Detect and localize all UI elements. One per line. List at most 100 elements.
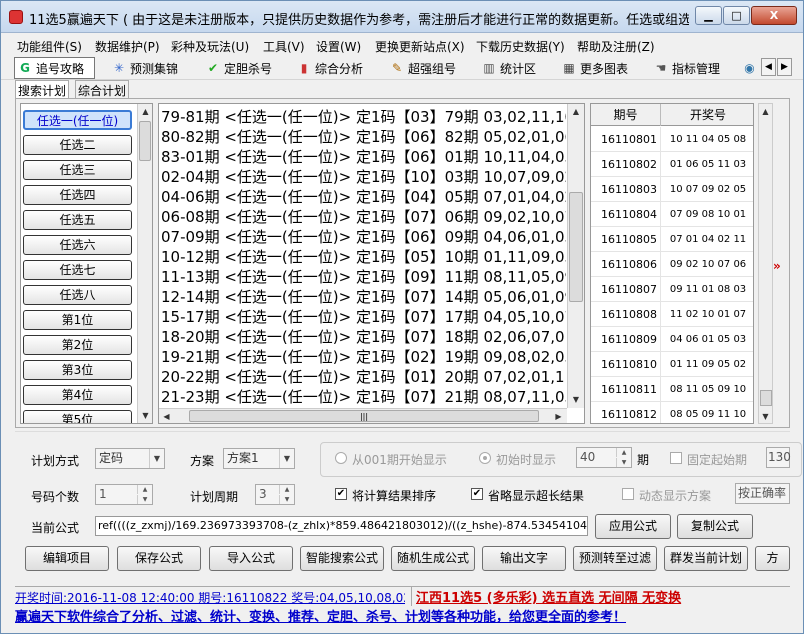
dynamic-checkbox[interactable] [622, 488, 634, 500]
play-type-item[interactable]: 任选一(任一位) [23, 110, 132, 130]
formula-input[interactable]: ref((((z_zxmj)/169.236973393708-(z_zhlx)… [95, 516, 588, 536]
tab-search-plan[interactable]: 搜索计划 [15, 80, 70, 98]
menu-help-register[interactable]: 帮助及注册(Z) [577, 38, 655, 55]
column-header-numbers[interactable]: 开奖号 [661, 104, 753, 126]
toolbar-fix-kill[interactable]: ✔ 定胆杀号 [203, 57, 289, 79]
table-row[interactable]: 16110809 04 06 01 05 03 [591, 327, 753, 352]
menu-tools[interactable]: 工具(V) [263, 38, 305, 55]
more-button[interactable]: 方 [755, 546, 790, 571]
play-type-item[interactable]: 任选三 [23, 160, 132, 180]
smart-search-button[interactable]: 智能搜索公式 [300, 546, 384, 571]
apply-formula-button[interactable]: 应用公式 [595, 514, 671, 539]
play-type-item[interactable]: 第1位 [23, 310, 132, 330]
menu-download-history[interactable]: 下载历史数据(Y) [476, 38, 565, 55]
scroll-thumb[interactable] [139, 121, 151, 161]
maximize-button[interactable]: □ [723, 6, 750, 25]
play-type-item[interactable]: 第4位 [23, 385, 132, 405]
import-formula-button[interactable]: 导入公式 [209, 546, 293, 571]
scroll-up-icon[interactable]: ▲ [568, 104, 584, 119]
play-type-item[interactable]: 任选六 [23, 235, 132, 255]
column-header-period[interactable]: 期号 [591, 104, 661, 126]
toolbar-more-charts[interactable]: ▦ 更多图表 [559, 57, 645, 79]
results-scrollbar[interactable]: ▲ ▼ [758, 103, 773, 424]
plan-text-area[interactable]: 79-81期 <任选一(任一位)> 定1码【03】79期 03,02,11,10… [158, 103, 585, 424]
scroll-down-icon[interactable]: ▼ [138, 408, 152, 423]
fixed-start-input[interactable]: 130 [766, 447, 791, 468]
menu-function-components[interactable]: 功能组件(S) [17, 38, 82, 55]
scroll-down-icon[interactable]: ▼ [759, 409, 772, 424]
scroll-down-icon[interactable]: ▼ [568, 392, 584, 407]
play-type-item[interactable]: 任选二 [23, 135, 132, 155]
play-type-item[interactable]: 任选八 [23, 285, 132, 305]
play-type-item[interactable]: 第5位 [23, 410, 132, 423]
fixed-start-checkbox[interactable] [670, 452, 682, 464]
init-periods-stepper[interactable]: 40 ▲ ▼ [576, 447, 632, 468]
scroll-right-icon[interactable]: ▶ [551, 409, 566, 423]
toolbar-comprehensive-analysis[interactable]: ▮ 综合分析 [294, 57, 380, 79]
scroll-up-icon[interactable]: ▲ [138, 104, 152, 119]
expand-panel-icon[interactable]: » [773, 259, 781, 273]
menu-change-site[interactable]: 更换更新站点(X) [375, 38, 465, 55]
play-type-item[interactable]: 第2位 [23, 335, 132, 355]
numbers-cell: 04 06 01 05 03 [669, 334, 747, 345]
init-show-radio[interactable] [479, 452, 491, 464]
plan-horizontal-scrollbar[interactable]: ◀ ||| ▶ [159, 408, 567, 423]
scroll-up-icon[interactable]: ▲ [759, 104, 772, 119]
scroll-left-icon[interactable]: ◀ [159, 409, 174, 423]
omit-checkbox[interactable]: ✔ [471, 488, 483, 500]
random-generate-button[interactable]: 随机生成公式 [391, 546, 475, 571]
minimize-button[interactable]: ▁ [695, 6, 722, 25]
play-type-scrollbar[interactable]: ▲ ▼ [137, 104, 152, 423]
scroll-thumb[interactable] [569, 192, 583, 302]
output-text-button[interactable]: 输出文字 [482, 546, 566, 571]
scheme-select[interactable]: 方案1 ▼ [223, 448, 295, 469]
table-row[interactable]: 16110805 07 01 04 02 11 [591, 227, 753, 252]
table-row[interactable]: 16110802 01 06 05 11 03 [591, 152, 753, 177]
scroll-thumb[interactable]: ||| [189, 410, 539, 422]
lottery-type-status[interactable]: 江西11选5 (多乐彩) 选五直选 无间隔 无变换 [411, 587, 790, 606]
close-button[interactable]: X [751, 6, 797, 25]
latest-draw-status[interactable]: 开奖时间:2016-11-08 12:40:00 期号:16110822 奖号:… [15, 589, 405, 605]
table-row[interactable]: 16110806 09 02 10 07 06 [591, 252, 753, 277]
sort-checkbox[interactable]: ✔ [335, 488, 347, 500]
plan-vertical-scrollbar[interactable]: ▲ ▼ [567, 104, 584, 408]
table-row[interactable]: 16110801 10 11 04 05 08 [591, 127, 753, 152]
table-row[interactable]: 16110808 11 02 10 01 07 [591, 302, 753, 327]
toolbar-super-group[interactable]: ✎ 超强组号 [387, 57, 473, 79]
menu-settings[interactable]: 设置(W) [316, 38, 361, 55]
table-row[interactable]: 16110807 09 11 01 08 03 [591, 277, 753, 302]
toolbar-forecast-collection[interactable]: ✳ 预测集锦 [109, 57, 195, 79]
forecast-filter-button[interactable]: 预测转至过滤 [573, 546, 657, 571]
toolbar-scroll-left[interactable]: ◀ [761, 58, 776, 76]
tab-comprehensive-plan[interactable]: 综合计划 [75, 80, 130, 98]
save-formula-button[interactable]: 保存公式 [117, 546, 201, 571]
menu-data-maintenance[interactable]: 数据维护(P) [95, 38, 160, 55]
group-send-button[interactable]: 群发当前计划 [664, 546, 748, 571]
play-type-item[interactable]: 第3位 [23, 360, 132, 380]
promo-banner[interactable]: 赢遍天下软件综合了分析、过滤、统计、变换、推荐、定胆、杀号、计划等各种功能，给您… [15, 606, 790, 626]
table-row[interactable]: 16110812 08 05 09 11 10 [591, 402, 753, 423]
toolbar-stats-area[interactable]: ▥ 统计区 [479, 57, 551, 79]
toolbar-chase-strategy[interactable]: G 追号攻略 [14, 57, 95, 79]
play-type-item[interactable]: 任选四 [23, 185, 132, 205]
plan-method-select[interactable]: 定码 ▼ [95, 448, 165, 469]
toolbar-scroll-right[interactable]: ▶ [777, 58, 792, 76]
toolbar-indicator-management[interactable]: ☚ 指标管理 [651, 57, 737, 79]
table-row[interactable]: 16110804 07 09 08 10 01 [591, 202, 753, 227]
from-001-radio[interactable] [335, 452, 347, 464]
plan-line: 02-04期 <任选一(任一位)> 定1码【10】03期 10,07,09,02… [161, 168, 566, 186]
table-row[interactable]: 16110803 10 07 09 02 05 [591, 177, 753, 202]
app-window: 11选5赢遍天下 ( 由于这是未注册版本，只提供历史数据作为参考，需注册后才能进… [0, 0, 804, 634]
table-row[interactable]: 16110811 08 11 05 09 10 [591, 377, 753, 402]
accuracy-select[interactable]: 按正确率 [735, 483, 790, 504]
edit-item-button[interactable]: 编辑项目 [25, 546, 109, 571]
cycle-stepper[interactable]: 3 ▲ ▼ [255, 484, 295, 505]
copy-formula-button[interactable]: 复制公式 [677, 514, 753, 539]
scroll-thumb[interactable] [760, 390, 772, 406]
count-stepper[interactable]: 1 ▲ ▼ [95, 484, 153, 505]
menu-lottery-type[interactable]: 彩种及玩法(U) [171, 38, 249, 55]
globe-icon[interactable]: ◉ [741, 57, 759, 79]
table-row[interactable]: 16110810 01 11 09 05 02 [591, 352, 753, 377]
play-type-item[interactable]: 任选五 [23, 210, 132, 230]
play-type-item[interactable]: 任选七 [23, 260, 132, 280]
